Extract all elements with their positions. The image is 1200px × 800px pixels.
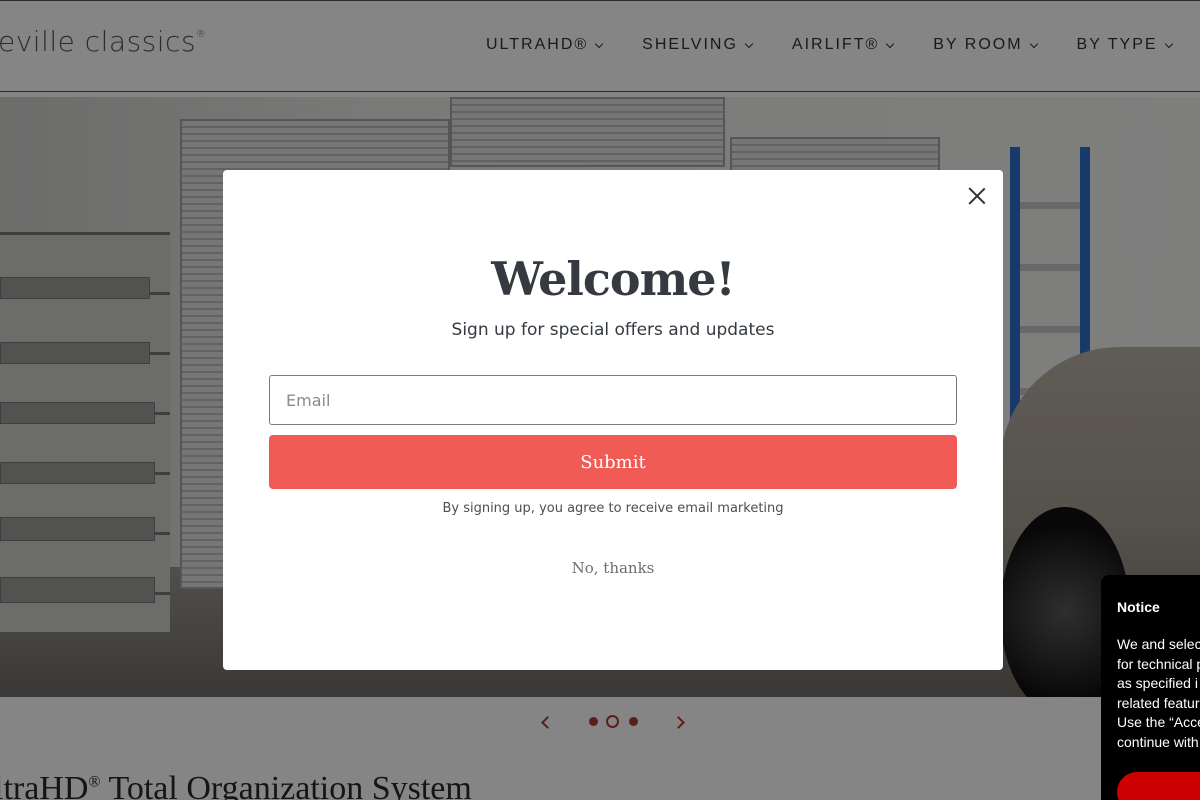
close-icon[interactable] [965, 184, 989, 208]
notice-line: continue with [1117, 733, 1199, 750]
notice-line: for technical p [1117, 655, 1200, 672]
notice-line: We and selec [1117, 636, 1200, 652]
notice-line: related featur [1117, 694, 1200, 711]
notice-line: as specified i [1117, 675, 1198, 692]
notice-accept-button[interactable] [1117, 772, 1200, 800]
modal-subtitle: Sign up for special offers and updates [451, 320, 775, 340]
modal-title: Welcome! [491, 252, 735, 306]
no-thanks-link[interactable]: No, thanks [223, 559, 1003, 577]
submit-button[interactable]: Submit [269, 435, 957, 489]
cookie-notice: Notice We and selec for technical p as s… [1101, 575, 1200, 800]
notice-line: Use the “Acce [1117, 714, 1200, 731]
notice-title: Notice [1117, 599, 1160, 615]
email-input[interactable] [269, 375, 957, 425]
signup-modal: Welcome! Sign up for special offers and … [223, 170, 1003, 670]
notice-body: We and selec for technical p as specifie… [1117, 635, 1200, 753]
marketing-disclaimer: By signing up, you agree to receive emai… [442, 501, 784, 516]
